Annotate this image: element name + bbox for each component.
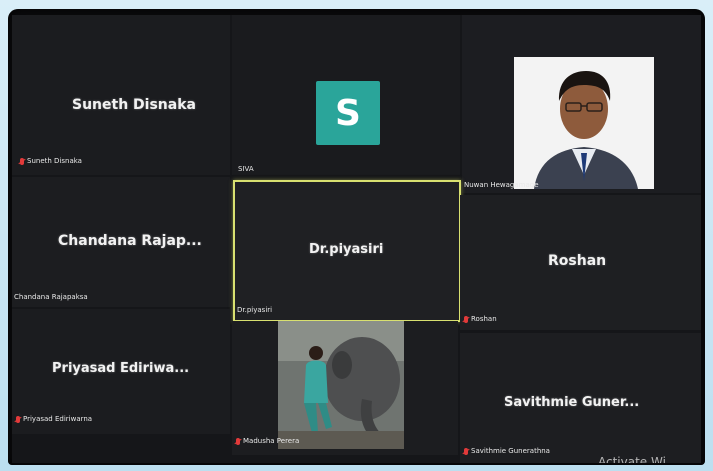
participant-label-text: Roshan: [471, 315, 497, 323]
participant-display-name: Chandana Rajap...: [58, 233, 202, 249]
participant-display-name: Priyasad Ediriwa...: [52, 361, 190, 376]
photo-background: Suneth Disnaka Suneth Disnaka S SIVA Nuw…: [0, 0, 713, 471]
participant-tile-priyasad[interactable]: Priyasad Ediriwa... Priyasad Ediriwarna: [12, 309, 230, 434]
participant-tile-siva[interactable]: S SIVA: [232, 15, 460, 175]
participant-display-name: Roshan: [548, 253, 607, 269]
avatar-letter: S: [335, 92, 361, 134]
participant-label-text: Dr.piyasiri: [237, 306, 273, 314]
participant-video: [278, 321, 404, 449]
participant-display-name: Savithmie Guner...: [504, 395, 640, 410]
participant-display-name: Suneth Disnaka: [72, 97, 196, 113]
mic-muted-icon: [16, 415, 20, 423]
meeting-gallery-view: Suneth Disnaka Suneth Disnaka S SIVA Nuw…: [12, 15, 701, 463]
windows-activation-watermark: Activate Wi: [598, 455, 666, 463]
participant-label-text: Nuwan Hewagamage: [464, 181, 539, 189]
participant-label-text: Savithmie Gunerathna: [471, 447, 550, 455]
mic-muted-icon: [236, 437, 240, 445]
participant-display-name: Dr.piyasiri: [309, 242, 384, 257]
participant-tile-chandana[interactable]: Chandana Rajap... Chandana Rajapaksa: [12, 177, 230, 307]
participant-name-label: Dr.piyasiri: [237, 306, 272, 314]
mic-muted-icon: [464, 447, 468, 455]
participant-tile-nuwan[interactable]: Nuwan Hewagamage: [462, 15, 701, 193]
participant-name-label: Savithmie Gunerathna: [464, 447, 550, 455]
participant-name-label: Suneth Disnaka: [20, 157, 82, 165]
participant-label-text: Priyasad Ediriwarna: [23, 415, 93, 423]
participant-tile-madusha[interactable]: Madusha Perera: [232, 321, 458, 455]
participant-name-label: SIVA: [238, 165, 254, 173]
participant-tile-roshan[interactable]: Roshan Roshan: [460, 195, 701, 330]
elephant-photo: [278, 321, 404, 449]
participant-label-text: Chandana Rajapaksa: [14, 293, 88, 301]
mic-muted-icon: [464, 315, 468, 323]
participant-name-label: Roshan: [464, 315, 497, 323]
monitor-bezel: Suneth Disnaka Suneth Disnaka S SIVA Nuw…: [8, 9, 705, 465]
mic-muted-icon: [20, 157, 24, 165]
participant-tile-suneth[interactable]: Suneth Disnaka Suneth Disnaka: [12, 15, 230, 175]
participant-name-label: Chandana Rajapaksa: [14, 293, 88, 301]
participant-name-label: Priyasad Ediriwarna: [16, 415, 92, 423]
participant-name-label: Madusha Perera: [236, 437, 299, 445]
avatar: S: [316, 81, 380, 145]
participant-label-text: Suneth Disnaka: [27, 157, 82, 165]
person-photo: [514, 57, 654, 189]
participant-label-text: Madusha Perera: [243, 437, 300, 445]
participant-tile-savithmie[interactable]: Savithmie Guner... Savithmie Gunerathna: [460, 333, 701, 463]
participant-video: [514, 57, 654, 189]
participant-name-label: Nuwan Hewagamage: [464, 181, 539, 189]
participant-label-text: SIVA: [238, 165, 254, 173]
participant-tile-drpiyasiri[interactable]: Dr.piyasiri Dr.piyasiri: [233, 180, 461, 322]
